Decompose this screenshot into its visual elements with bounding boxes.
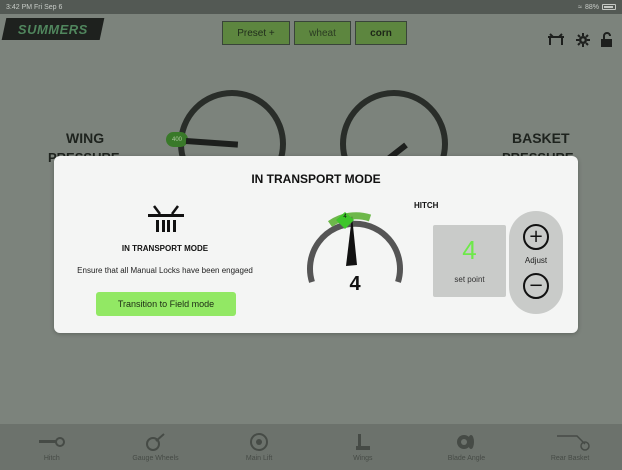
plus-icon: +: [528, 226, 544, 247]
hitch-gauge-value: 4: [349, 273, 361, 295]
adjust-control: + Adjust −: [509, 211, 563, 314]
hitch-label: HITCH: [414, 201, 439, 210]
adjust-label: Adjust: [524, 256, 548, 265]
decrease-button[interactable]: −: [523, 273, 549, 299]
increase-button[interactable]: +: [523, 224, 549, 250]
set-point-value: 4: [462, 235, 477, 265]
transport-mode-modal: IN TRANSPORT MODE IN TRANSPORT MODE Ensu…: [54, 156, 578, 333]
transition-to-field-button[interactable]: Transition to Field mode: [96, 292, 236, 316]
set-point-box: 4 set point: [433, 225, 506, 297]
modal-title: IN TRANSPORT MODE: [251, 172, 381, 186]
set-point-label: set point: [454, 275, 485, 284]
hitch-gauge-badge: 4: [343, 214, 347, 220]
manual-locks-message: Ensure that all Manual Locks have been e…: [77, 266, 253, 275]
transport-mode-label: IN TRANSPORT MODE: [121, 244, 209, 253]
transport-hitch-icon: [146, 204, 186, 234]
minus-icon: −: [528, 275, 544, 296]
